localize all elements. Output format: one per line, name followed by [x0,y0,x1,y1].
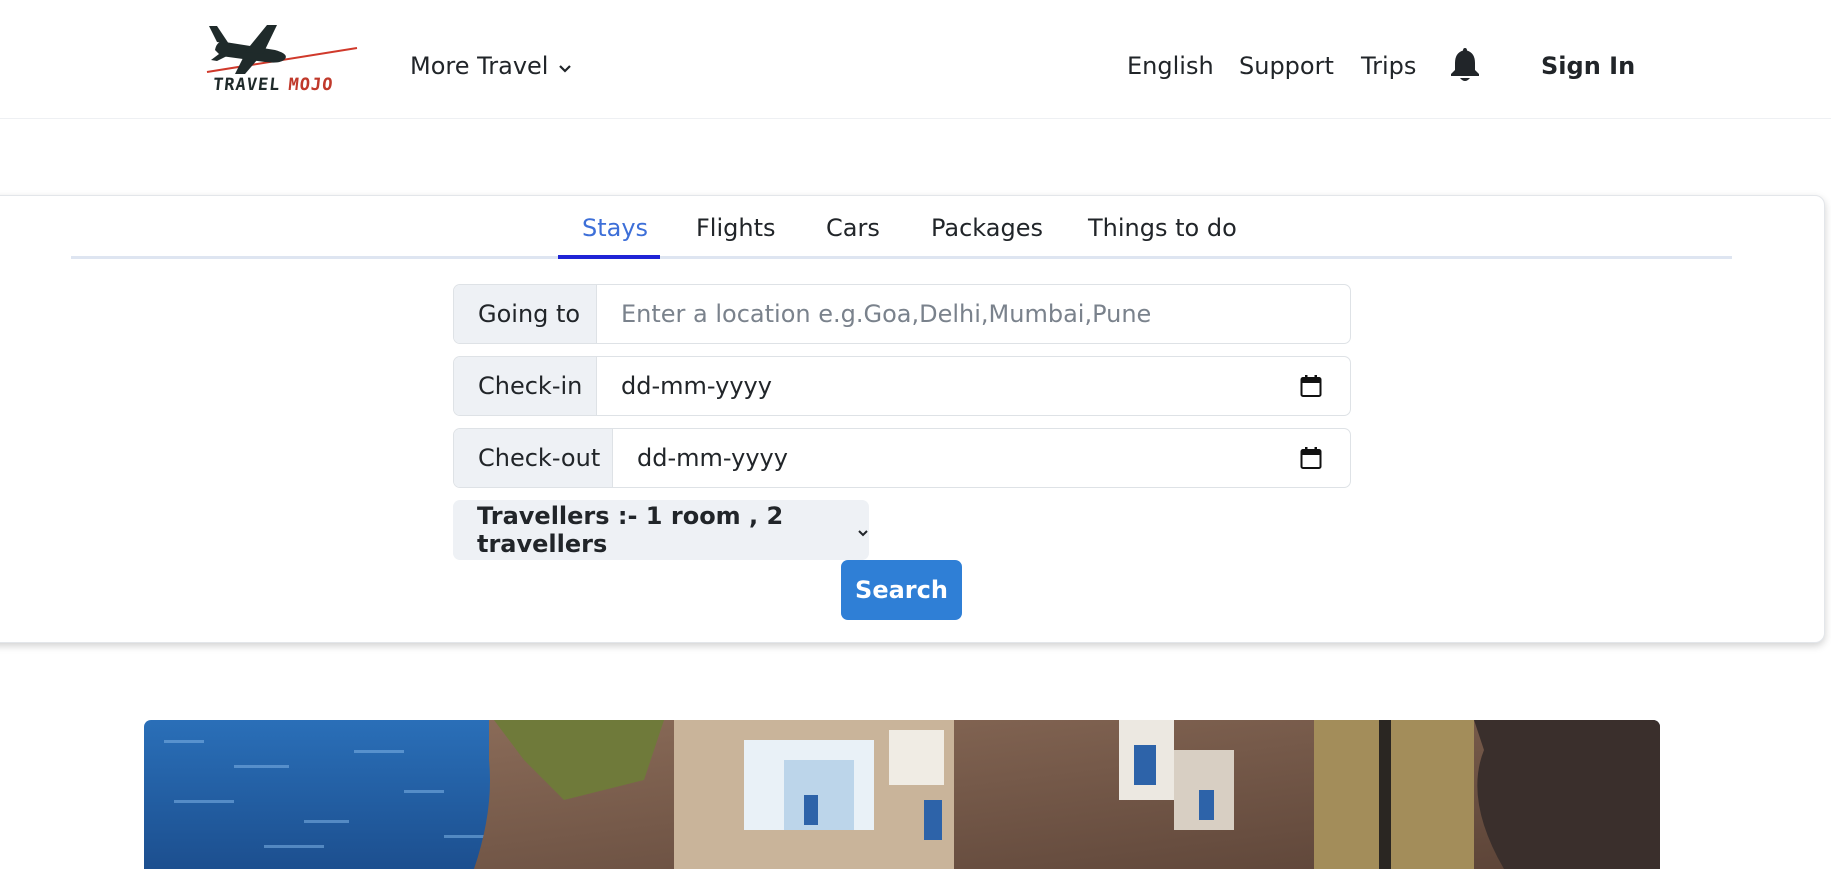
tab-packages[interactable]: Packages [931,214,1043,242]
tab-stays[interactable]: Stays [582,214,648,242]
check-in-group: Check-in dd-mm-yyyy [453,356,1351,416]
top-navbar: TRAVEL MOJO More Travel English Support T… [0,0,1831,119]
airplane-logo-icon [206,25,358,74]
going-to-group: Going to Enter a location e.g.Goa,Delhi,… [453,284,1351,344]
nav-link-trips[interactable]: Trips [1361,52,1416,80]
travellers-label: Travellers :- 1 room , 2 travellers [477,502,784,558]
tab-cars[interactable]: Cars [826,214,880,242]
logo-text-travel: TRAVEL [211,75,282,95]
going-to-label: Going to [454,285,597,343]
check-out-group: Check-out dd-mm-yyyy [453,428,1351,488]
hero-image [144,720,1660,869]
check-in-label: Check-in [454,357,597,415]
logo-text-mojo: MOJO [287,75,335,95]
going-to-input[interactable]: Enter a location e.g.Goa,Delhi,Mumbai,Pu… [597,285,1350,343]
check-out-date-input[interactable]: dd-mm-yyyy [613,429,1350,487]
check-in-date-input[interactable]: dd-mm-yyyy [597,357,1350,415]
travellers-dropdown[interactable]: Travellers :- 1 room , 2 travellers [453,500,869,560]
chevron-down-icon [558,52,572,80]
tabs-divider [71,256,1732,259]
calendar-icon[interactable] [1300,374,1322,398]
calendar-icon[interactable] [1300,446,1322,470]
more-travel-label: More Travel [410,52,549,80]
logo-wordmark: TRAVEL MOJO [212,75,334,95]
check-out-label: Check-out [454,429,613,487]
bell-icon[interactable] [1448,45,1482,83]
nav-link-english[interactable]: English [1127,52,1214,80]
check-in-date-value: dd-mm-yyyy [621,372,772,400]
tab-flights[interactable]: Flights [696,214,776,242]
sign-in-link[interactable]: Sign In [1541,52,1635,80]
tab-things-to-do[interactable]: Things to do [1088,214,1237,242]
chevron-down-icon [857,516,869,544]
search-button[interactable]: Search [841,560,962,620]
travel-mojo-logo[interactable]: TRAVEL MOJO [205,20,360,100]
check-out-date-value: dd-mm-yyyy [637,444,788,472]
active-tab-indicator [558,255,660,259]
going-to-placeholder: Enter a location e.g.Goa,Delhi,Mumbai,Pu… [621,300,1152,328]
more-travel-dropdown[interactable]: More Travel [410,52,572,80]
nav-link-support[interactable]: Support [1239,52,1334,80]
